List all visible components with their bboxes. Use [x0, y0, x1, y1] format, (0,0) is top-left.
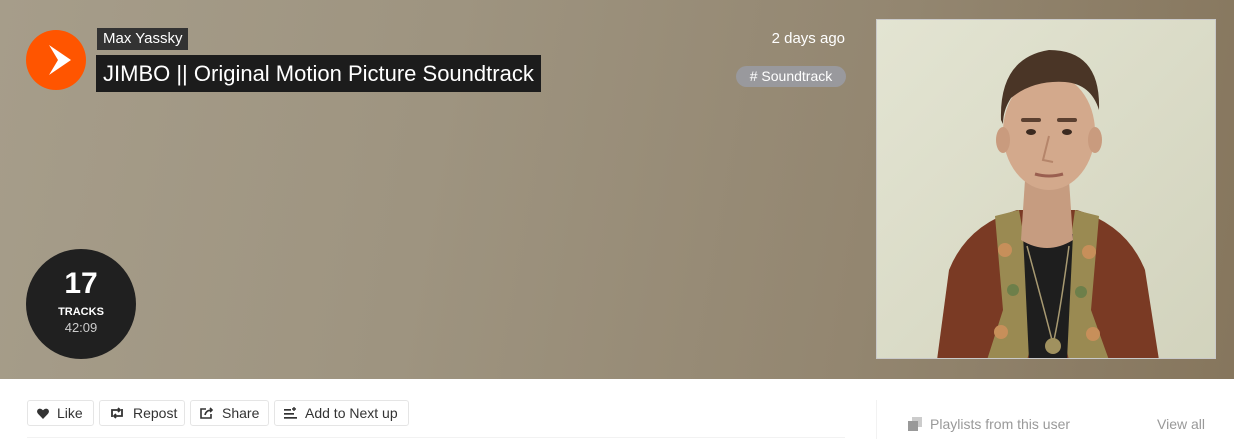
playlist-title: JIMBO || Original Motion Picture Soundtr…: [96, 55, 541, 92]
repost-label: Repost: [133, 405, 178, 421]
heart-icon: [37, 408, 49, 419]
playlists-from-user-label: Playlists from this user: [930, 416, 1071, 432]
view-all-link[interactable]: View all: [1120, 415, 1205, 433]
genre-tag[interactable]: # Soundtrack: [736, 66, 846, 87]
playlist-artwork[interactable]: [876, 19, 1216, 359]
artist-name-link[interactable]: Max Yassky: [97, 28, 189, 50]
posted-time: 2 days ago: [771, 30, 845, 47]
content-divider: [27, 437, 845, 438]
share-icon: [200, 407, 214, 419]
sidebar-playlists-header: Playlists from this user: [908, 415, 1070, 433]
sidebar-divider: [876, 400, 877, 439]
play-button[interactable]: [26, 30, 86, 90]
total-duration: 42:09: [64, 320, 98, 335]
repost-icon: [111, 407, 123, 419]
add-to-queue-icon: [284, 406, 297, 419]
share-label: Share: [222, 405, 260, 421]
like-label: Like: [57, 405, 83, 421]
play-icon: [48, 45, 71, 75]
add-to-next-up-button[interactable]: Add to Next up: [274, 400, 409, 426]
track-count-label: TRACKS: [58, 306, 104, 318]
repost-button[interactable]: Repost: [99, 400, 185, 426]
add-to-next-up-label: Add to Next up: [305, 405, 398, 421]
playlist-stack-icon: [908, 417, 922, 431]
artist-portrait-image: [877, 20, 1215, 358]
track-count: 17: [64, 267, 98, 300]
track-count-badge: 17 TRACKS 42:09: [26, 249, 136, 359]
like-button[interactable]: Like: [27, 400, 94, 426]
share-button[interactable]: Share: [190, 400, 269, 426]
hero-banner: Max Yassky JIMBO || Original Motion Pict…: [0, 0, 1234, 379]
